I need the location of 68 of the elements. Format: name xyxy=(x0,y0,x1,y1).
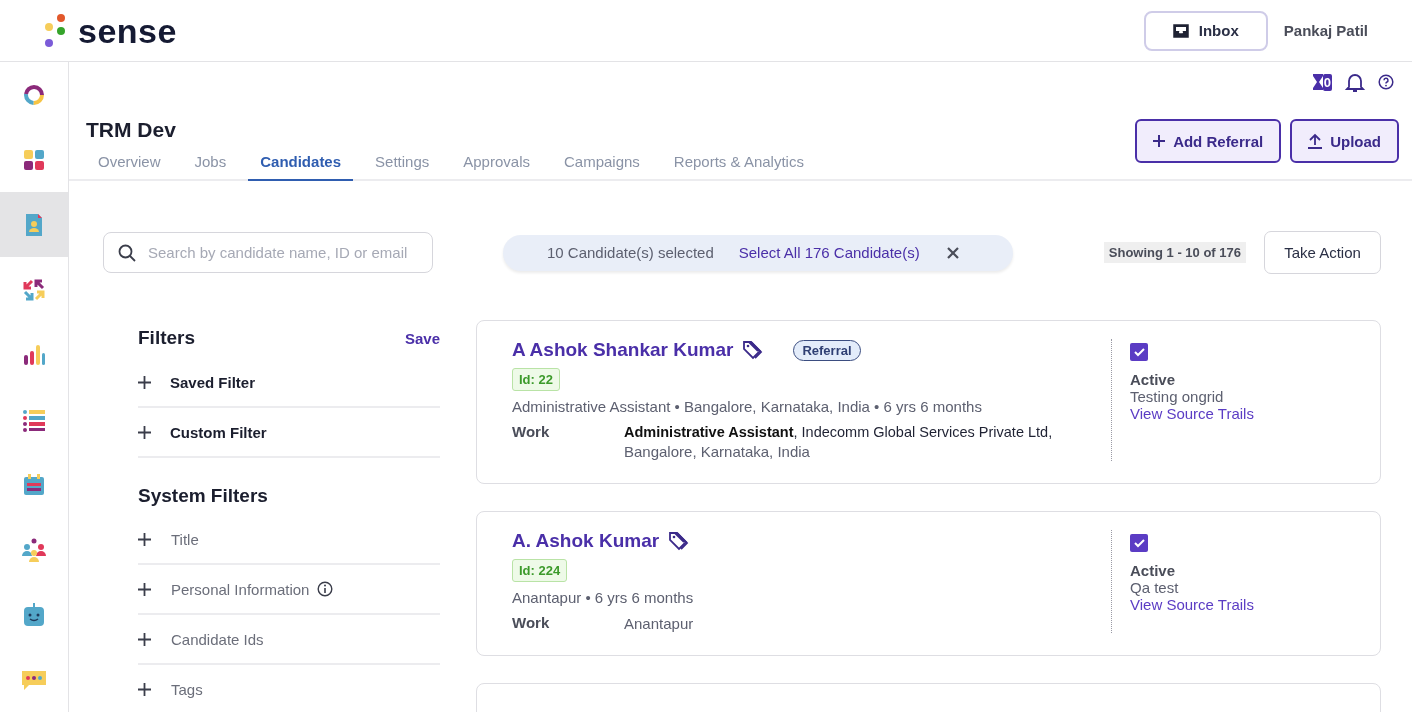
id-badge: Id: 224 xyxy=(512,559,568,582)
pagination-label: Showing 1 - 10 of 176 xyxy=(1103,242,1246,263)
hourglass-icon xyxy=(1312,74,1323,90)
inbox-button[interactable]: Inbox xyxy=(1143,10,1268,51)
bell-icon[interactable] xyxy=(1344,71,1366,93)
upload-button[interactable]: Upload xyxy=(1290,119,1399,163)
plus-icon xyxy=(138,425,151,439)
help-icon[interactable] xyxy=(1378,74,1394,90)
work-title: Administrative Assistant, Indecomm Global Services Private Ltd, xyxy=(624,423,1053,442)
filter-row[interactable]: Candidate Ids xyxy=(138,615,440,665)
referral-badge: Referral xyxy=(793,339,861,361)
status-label: Active xyxy=(1130,371,1176,388)
timer-counter: 0 xyxy=(1312,73,1332,91)
robot-icon xyxy=(22,602,46,627)
system-filters-title: System Filters xyxy=(138,485,269,508)
filter-row[interactable]: Tags xyxy=(138,665,440,712)
candidate-note: Testing ongrid xyxy=(1130,388,1224,405)
take-action-button[interactable]: Take Action xyxy=(1264,231,1381,274)
inbox-icon xyxy=(1172,23,1189,38)
work-label: Work xyxy=(512,614,551,633)
candidate-name[interactable]: A. Ashok Kumar xyxy=(512,530,660,552)
candidate-summary: Administrative Assistant • Bangalore, Karnataka, India • 6 yrs 6 months xyxy=(512,398,982,415)
source-trails-link[interactable]: View Source Trails xyxy=(1130,405,1254,422)
filter-row[interactable]: Personal Information xyxy=(138,565,440,615)
calendar-icon xyxy=(22,472,46,497)
bar-chart-icon xyxy=(22,342,46,367)
checkbox[interactable] xyxy=(1130,343,1148,361)
work-location: Bangalore, Karnataka, India xyxy=(624,442,811,461)
filters-title: Filters xyxy=(138,327,196,349)
plus-icon xyxy=(138,582,151,596)
save-link[interactable]: Save xyxy=(404,329,440,347)
people-icon xyxy=(22,537,46,562)
plus-icon xyxy=(1153,135,1166,147)
upload-icon xyxy=(1308,133,1323,149)
arrows-icon xyxy=(22,277,46,302)
select-all-link[interactable]: Select All 176 Candidate(s) xyxy=(738,244,920,261)
candidate-note: Qa test xyxy=(1130,579,1179,596)
plus-icon xyxy=(138,632,151,646)
work-location: Anantapur xyxy=(624,614,694,633)
info-icon xyxy=(317,581,334,597)
plus-icon xyxy=(138,532,151,546)
grid-icon xyxy=(22,147,46,172)
status-label: Active xyxy=(1130,562,1176,579)
search-icon xyxy=(118,243,136,262)
search-field[interactable]: Search by candidate name, ID or email xyxy=(148,244,418,261)
work-label: Work xyxy=(512,423,551,442)
ring-icon xyxy=(22,82,46,107)
plus-icon xyxy=(138,682,151,696)
add-referral-button[interactable]: Add Referral xyxy=(1135,119,1282,163)
checkbox[interactable] xyxy=(1130,534,1148,552)
filter-row[interactable]: Saved Filter xyxy=(138,358,440,408)
id-badge: Id: 22 xyxy=(512,368,560,391)
logo-text: sense xyxy=(78,13,177,48)
selection-count: 10 Candidate(s) selected xyxy=(547,244,714,261)
source-trails-link[interactable]: View Source Trails xyxy=(1130,596,1254,613)
user-name[interactable]: Pankaj Patil xyxy=(1283,22,1368,39)
close-icon[interactable] xyxy=(945,245,960,260)
filter-row[interactable]: Title xyxy=(138,515,440,565)
search-box[interactable]: Search by candidate name, ID or email xyxy=(103,232,433,273)
page-title: TRM Dev xyxy=(86,118,177,142)
candidate-name[interactable]: A Ashok Shankar Kumar xyxy=(512,339,734,361)
candidate-summary: Anantapur • 6 yrs 6 months xyxy=(512,589,694,606)
rail-item[interactable] xyxy=(0,192,68,257)
list-icon xyxy=(22,407,46,432)
logo-dots-icon xyxy=(44,13,66,48)
plus-icon xyxy=(138,375,151,389)
filter-row[interactable]: Custom Filter xyxy=(138,408,440,458)
tab[interactable]: Candidates xyxy=(248,148,354,181)
